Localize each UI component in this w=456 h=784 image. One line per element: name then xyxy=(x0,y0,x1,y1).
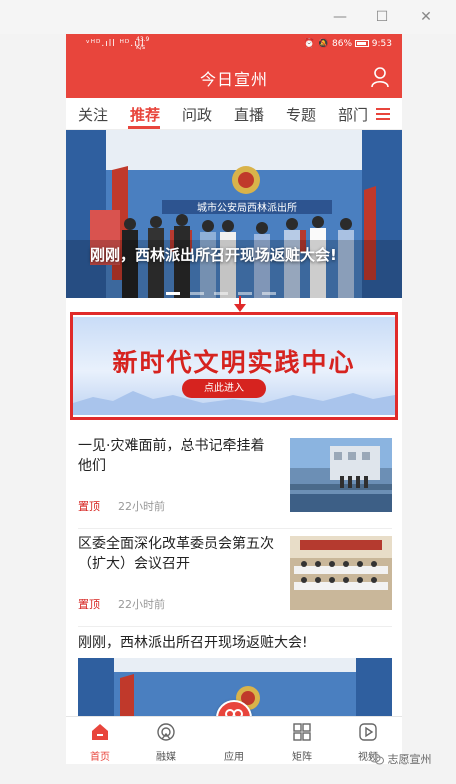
news-time: 22小时前 xyxy=(118,500,165,513)
pointer-arrow-icon xyxy=(234,296,246,312)
pinned-tag: 置顶 xyxy=(78,598,100,611)
banner-title: 新时代文明实践中心 xyxy=(112,348,356,377)
watermark-text: 志愿宣州 xyxy=(387,753,432,766)
news-time: 22小时前 xyxy=(118,598,165,611)
tab-inquiry[interactable]: 问政 xyxy=(182,104,212,125)
network-speed: 43.9 K/s xyxy=(136,36,150,51)
tab-live[interactable]: 直播 xyxy=(234,104,264,125)
tab-topics[interactable]: 专题 xyxy=(286,104,316,125)
divider xyxy=(78,528,392,529)
nav-apps[interactable]: 应用 xyxy=(206,717,262,764)
news-thumbnail xyxy=(290,438,392,512)
hero-sign-text: 城市公安局西林派出所 xyxy=(197,201,297,214)
video-icon xyxy=(359,723,377,741)
hero-photo: 城市公安局西林派出所 xyxy=(66,130,402,298)
minimize-button[interactable]: — xyxy=(328,6,352,28)
battery-percent: 86% xyxy=(332,39,353,49)
carousel-dots xyxy=(166,280,281,298)
enter-button[interactable]: 点此进入 xyxy=(182,379,266,398)
tab-departments[interactable]: 部门 xyxy=(338,104,368,125)
pinned-tag: 置顶 xyxy=(78,500,100,513)
nav-home[interactable]: 首页 xyxy=(72,717,128,764)
maximize-button[interactable]: ☐ xyxy=(370,6,394,28)
carousel-dot[interactable] xyxy=(214,292,229,295)
menu-icon[interactable] xyxy=(376,108,390,120)
news-item[interactable]: 一见·灾难面前，总书记牵挂着他们 置顶 22小时前 xyxy=(66,436,402,524)
civilization-center-banner[interactable]: 新时代文明实践中心 点此进入 xyxy=(73,317,395,415)
nav-matrix[interactable]: 矩阵 xyxy=(274,717,330,764)
bottom-nav: 首页 融媒 应用 矩阵 视频 xyxy=(66,716,402,764)
status-bar: ᵛᴴᴰ.ıll ᴴᴰ.ıll 43.9 K/s ⏰ 🔕 86% 9:53 xyxy=(66,34,402,56)
battery-icon xyxy=(354,40,369,47)
divider xyxy=(78,626,392,627)
user-icon[interactable] xyxy=(370,66,390,88)
carousel-dot[interactable] xyxy=(262,292,277,295)
phone-screen: ᵛᴴᴰ.ıll ᴴᴰ.ıll 43.9 K/s ⏰ 🔕 86% 9:53 今日宣… xyxy=(66,34,402,764)
mute-icon: 🔕 xyxy=(317,39,330,49)
window-titlebar: — ☐ ✕ xyxy=(0,0,456,34)
carousel-dot[interactable] xyxy=(238,292,253,295)
active-tab-indicator xyxy=(128,126,160,129)
hero-carousel[interactable]: 城市公安局西林派出所 刚刚，西林派出所召开现场返赃大会! xyxy=(66,130,402,298)
media-icon xyxy=(157,723,175,741)
status-right: ⏰ 🔕 86% 9:53 xyxy=(304,39,392,49)
app-header: 今日宣州 xyxy=(66,56,402,98)
close-button[interactable]: ✕ xyxy=(414,6,438,28)
news-item[interactable]: 区委全面深化改革委员会第五次（扩大）会议召开 置顶 22小时前 xyxy=(66,534,402,622)
tab-follow[interactable]: 关注 xyxy=(78,104,108,125)
carousel-dot[interactable] xyxy=(190,292,205,295)
channel-tabs: 关注 推荐 问政 直播 专题 部门 xyxy=(66,98,402,130)
carousel-dot[interactable] xyxy=(166,292,180,295)
home-icon xyxy=(92,724,108,740)
news-title: 区委全面深化改革委员会第五次（扩大）会议召开 xyxy=(78,536,274,572)
alarm-icon: ⏰ xyxy=(303,39,316,49)
app-title: 今日宣州 xyxy=(199,70,268,89)
clock: 9:53 xyxy=(371,39,392,49)
tab-recommend[interactable]: 推荐 xyxy=(130,104,160,125)
matrix-icon xyxy=(293,723,311,741)
watermark: 志愿宣州 xyxy=(369,751,432,767)
nav-media[interactable]: 融媒 xyxy=(138,717,194,764)
hero-caption: 刚刚，西林派出所召开现场返赃大会! xyxy=(90,246,337,264)
wechat-icon xyxy=(369,753,384,765)
big-news-title[interactable]: 刚刚，西林派出所召开现场返赃大会! xyxy=(78,632,308,652)
news-thumbnail xyxy=(290,536,392,610)
news-title: 一见·灾难面前，总书记牵挂着他们 xyxy=(78,438,265,474)
